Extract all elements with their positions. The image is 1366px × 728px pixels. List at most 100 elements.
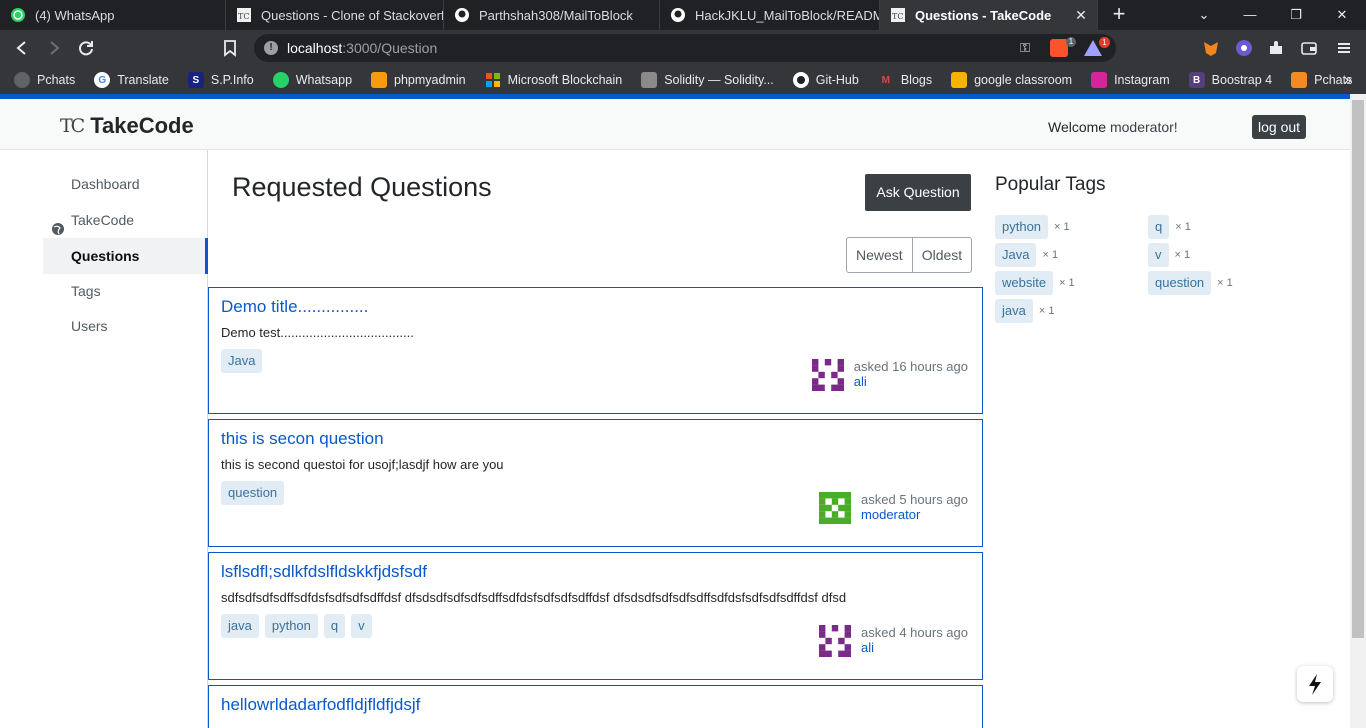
asked-time: asked 16 hours ago xyxy=(853,359,968,374)
tag-count: × 1 xyxy=(1042,249,1059,261)
restore-icon[interactable]: ❐ xyxy=(1273,0,1319,30)
avatar[interactable] xyxy=(819,492,852,524)
tag-chip[interactable]: java xyxy=(221,614,259,638)
nav-takecode[interactable]: TakeCode xyxy=(43,202,208,238)
bookmark-translate[interactable]: G Translate xyxy=(94,72,169,88)
page-scrollbar[interactable] xyxy=(1350,94,1366,728)
question-title[interactable]: lsflsdfl;sdlkfdslfldskkfjdsfsdf xyxy=(221,562,427,582)
minimize-icon[interactable]: — xyxy=(1227,0,1273,30)
page-viewport: TC TakeCode Welcome moderator! log out D… xyxy=(0,94,1350,728)
wallet-icon[interactable] xyxy=(1299,38,1319,58)
tag-chip[interactable]: question xyxy=(1148,271,1212,295)
sort-newest-button[interactable]: Newest xyxy=(847,238,912,272)
tag-chip[interactable]: q xyxy=(1148,215,1170,239)
question-user-card: asked 5 hours ago moderator xyxy=(819,492,968,524)
tag-chip[interactable]: v xyxy=(351,614,372,638)
bookmark-blogs[interactable]: M Blogs xyxy=(877,72,932,88)
github-icon xyxy=(670,7,686,23)
tag-chip[interactable]: Java xyxy=(221,349,263,373)
bookmark-google-classroom[interactable]: google classroom xyxy=(951,72,1072,88)
bookmark-spinfo[interactable]: S S.P.Info xyxy=(187,72,254,88)
question-title[interactable]: this is secon question xyxy=(221,429,384,449)
user-link[interactable]: moderator xyxy=(861,507,968,522)
address-bar[interactable]: ! localhost:3000/Question ⚿ 1 1 xyxy=(254,34,1116,62)
site-logo[interactable]: TC TakeCode xyxy=(60,113,194,139)
tab-title: Questions - TakeCode xyxy=(915,7,1052,23)
bookmark-github[interactable]: Git-Hub xyxy=(792,72,859,88)
bookmark-whatsapp[interactable]: Whatsapp xyxy=(272,72,352,88)
nav-tags[interactable]: Tags xyxy=(43,273,208,309)
popular-tag-row: question × 1 xyxy=(1148,271,1233,295)
close-tab-icon[interactable]: ✕ xyxy=(1073,7,1089,23)
sort-toggle: Newest Oldest xyxy=(846,237,973,273)
question-tags: java python q v xyxy=(221,614,378,638)
takecode-favicon-icon: TC xyxy=(890,7,906,23)
sort-oldest-button[interactable]: Oldest xyxy=(911,238,971,272)
question-title[interactable]: hellowrldadarfodfldjfldfjdsjf xyxy=(221,695,420,715)
bookmark-instagram[interactable]: Instagram xyxy=(1091,72,1170,88)
site-header: TC TakeCode Welcome moderator! log out xyxy=(0,99,1350,150)
shields-badge: 1 xyxy=(1066,37,1076,47)
bookmark-phpmyadmin[interactable]: phpmyadmin xyxy=(371,72,466,88)
avatar[interactable] xyxy=(819,625,852,657)
microsoft-icon xyxy=(485,72,501,88)
tag-chip[interactable]: q xyxy=(323,614,346,638)
new-tab-button[interactable]: + xyxy=(1104,0,1134,30)
tab-title: HackJKLU_MailToBlock/README.md xyxy=(695,7,880,23)
tag-chip[interactable]: python xyxy=(264,614,318,638)
extensions-puzzle-icon[interactable] xyxy=(1266,38,1286,58)
back-icon[interactable] xyxy=(10,36,34,60)
tag-chip[interactable]: website xyxy=(995,271,1054,295)
tag-chip[interactable]: python xyxy=(995,215,1049,239)
browser-tab[interactable]: (4) WhatsApp xyxy=(0,0,226,30)
browser-tab-active[interactable]: TC Questions - TakeCode ✕ xyxy=(880,0,1098,30)
close-window-icon[interactable]: ✕ xyxy=(1319,0,1365,30)
logout-button[interactable]: log out xyxy=(1252,115,1307,139)
whatsapp-icon xyxy=(10,7,26,23)
browser-tab[interactable]: TC Questions - Clone of Stackoverflow xyxy=(226,0,444,30)
nav-dashboard[interactable]: Dashboard xyxy=(43,166,208,202)
avatar[interactable] xyxy=(811,359,844,391)
bookmark-solidity[interactable]: Solidity — Solidity... xyxy=(641,72,774,88)
browser-tab[interactable]: HackJKLU_MailToBlock/README.md xyxy=(660,0,880,30)
svg-text:TC: TC xyxy=(892,12,903,21)
tab-title: Parthshah308/MailToBlock xyxy=(479,7,633,23)
tab-search-icon[interactable]: ⌄ xyxy=(1181,0,1227,30)
welcome-message: Welcome moderator! xyxy=(1048,119,1178,135)
nav-users[interactable]: Users xyxy=(43,308,208,344)
tag-count: × 1 xyxy=(1038,305,1055,317)
scrollbar-thumb[interactable] xyxy=(1352,100,1364,638)
bookmark-pchats-2[interactable]: Pchats xyxy=(1291,72,1352,88)
page-title: Requested Questions xyxy=(232,172,492,202)
ask-question-button[interactable]: Ask Question xyxy=(865,174,971,211)
bookmark-icon[interactable] xyxy=(218,36,242,60)
tab-title: (4) WhatsApp xyxy=(35,7,115,23)
brand-name: TakeCode xyxy=(90,113,194,138)
site-info-icon[interactable]: ! xyxy=(264,41,278,55)
classroom-icon xyxy=(951,72,968,88)
spinfo-icon: S xyxy=(187,72,204,88)
metamask-icon[interactable] xyxy=(1201,38,1221,58)
menu-icon[interactable] xyxy=(1334,38,1354,58)
tag-chip[interactable]: Java xyxy=(995,243,1037,267)
extension-icon[interactable] xyxy=(1234,38,1254,58)
reload-icon[interactable] xyxy=(74,36,98,60)
bookmark-bootstrap[interactable]: B Boostrap 4 xyxy=(1188,72,1272,88)
browser-tab[interactable]: Parthshah308/MailToBlock xyxy=(444,0,660,30)
user-link[interactable]: ali xyxy=(861,640,968,655)
tag-chip[interactable]: question xyxy=(221,481,285,505)
bookmark-pchats[interactable]: Pchats xyxy=(14,72,75,88)
tag-chip[interactable]: java xyxy=(995,299,1033,323)
bookmark-microsoft-blockchain[interactable]: Microsoft Blockchain xyxy=(485,72,622,88)
forward-icon[interactable] xyxy=(42,36,66,60)
tag-chip[interactable]: v xyxy=(1148,243,1169,267)
question-card: hellowrldadarfodfldjfldfjdsjf xyxy=(208,685,983,728)
nav-questions[interactable]: Questions xyxy=(43,238,208,274)
more-bookmarks-icon[interactable]: » xyxy=(1344,71,1352,87)
asked-time: asked 4 hours ago xyxy=(861,625,968,640)
lightning-icon[interactable] xyxy=(1297,666,1333,702)
tag-count: × 1 xyxy=(1174,249,1191,261)
question-title[interactable]: Demo title............... xyxy=(221,297,368,317)
user-link[interactable]: ali xyxy=(854,374,968,389)
password-key-icon[interactable]: ⚿ xyxy=(1020,40,1030,56)
